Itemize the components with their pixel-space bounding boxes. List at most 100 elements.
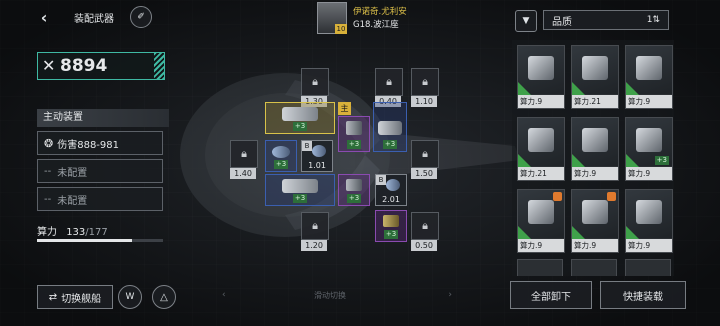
weapon-slot[interactable]: +3 (338, 116, 370, 152)
lock-icon: 🔒︎ (241, 147, 247, 160)
quality-corner (572, 82, 585, 95)
swap-icon: ⇄ (48, 291, 58, 303)
upgrade-badge: +3 (273, 160, 289, 169)
dash-icon: -- (44, 193, 52, 205)
lock-icon (553, 192, 562, 201)
inventory-card[interactable]: 算力.9 (625, 189, 673, 253)
quality-corner (572, 226, 585, 239)
filter-icon: ▼ (522, 16, 530, 26)
quality-corner (626, 82, 639, 95)
weapon-slot[interactable]: +3 (375, 210, 407, 242)
compute-used: 133 (66, 227, 86, 238)
card-label: 算力.9 (626, 95, 672, 108)
inventory-card[interactable]: 算力.9 (571, 189, 619, 253)
inventory-card[interactable]: 算力.21 (571, 45, 619, 109)
weapon-slot[interactable]: B 2.01 (375, 174, 407, 206)
back-button[interactable]: ‹ (36, 8, 52, 27)
card-label: 算力.9 (572, 239, 618, 252)
quality-corner (518, 154, 531, 167)
empty-slot-label: 未配置 (57, 195, 88, 207)
ship-name: G18.波江座 (353, 20, 399, 30)
quality-corner (518, 82, 531, 95)
card-label: 算力.9 (626, 167, 672, 180)
empty-device-slot-2[interactable]: -- 未配置 (37, 187, 163, 211)
lock-icon: 🔒︎ (386, 75, 392, 88)
compute-total: /177 (85, 227, 108, 238)
inventory-card[interactable]: 算力.21 (517, 117, 565, 181)
turret-icon (528, 128, 554, 152)
inventory-card[interactable]: 算力.9 (625, 45, 673, 109)
upgrade-badge: +3 (346, 194, 362, 203)
sort-order-icon: 1⇅ (646, 15, 660, 25)
lock-icon (607, 192, 616, 201)
empty-slot-label: 未配置 (57, 167, 88, 179)
wing-icon: W (125, 292, 135, 302)
upgrade-badge: +3 (382, 140, 398, 149)
power-stripes (154, 53, 164, 79)
upgrade-badge: +3 (292, 194, 308, 203)
inventory-card[interactable]: 算力.9 (517, 45, 565, 109)
card-label: 算力.9 (518, 239, 564, 252)
rocket-icon: ✐ (137, 12, 145, 22)
inventory-card-partial[interactable] (571, 259, 617, 276)
main-slot-tag: 主 (338, 102, 351, 115)
commander-name: 伊诺奇.尤利安 (353, 7, 407, 17)
locked-slot[interactable]: 🔒︎ 1.10 (411, 68, 439, 107)
turret-icon (312, 145, 326, 157)
weapon-slot-main[interactable]: +3 (265, 102, 335, 134)
empty-device-slot-1[interactable]: -- 未配置 (37, 159, 163, 183)
inventory-card[interactable]: 算力.9 (517, 189, 565, 253)
filter-button[interactable]: ▼ (515, 10, 537, 32)
active-section-title: 主动装置 (37, 109, 169, 127)
inventory-card-partial[interactable] (625, 259, 671, 276)
turret-icon (383, 215, 399, 227)
locked-slot[interactable]: 🔒︎ 1.20 (301, 212, 329, 251)
slot-value: 1.01 (308, 161, 326, 170)
card-label: 算力.9 (626, 239, 672, 252)
lock-icon: 🔒︎ (422, 147, 428, 160)
weapon-slot[interactable]: +3 (338, 174, 370, 206)
locked-slot[interactable]: 🔒︎ 0.50 (411, 212, 439, 251)
locked-slot[interactable]: 🔒︎ 1.50 (411, 140, 439, 179)
unequip-all-label: 全部卸下 (531, 291, 571, 303)
chevron-right-icon: › (448, 290, 452, 300)
turret-icon (346, 121, 362, 135)
emblem-button[interactable]: W (118, 285, 142, 309)
compute-bar-fill (37, 239, 132, 242)
locked-slot[interactable]: 🔒︎ 1.40 (230, 140, 258, 179)
active-device-slot[interactable]: ❂ 伤害888-981 (37, 131, 163, 155)
turret-icon (636, 200, 662, 224)
weapon-slot[interactable]: +3 (373, 102, 407, 152)
turret-icon (282, 107, 318, 121)
turret-icon (582, 56, 608, 80)
card-label: 算力.21 (572, 95, 618, 108)
compute-readout: 算力 133/177 (37, 223, 108, 238)
inventory-card[interactable]: +3 算力.9 (625, 117, 673, 181)
inventory-card-partial[interactable] (517, 259, 563, 276)
weapon-slot[interactable]: B 1.01 (301, 140, 333, 172)
upgrade-badge: +3 (346, 140, 362, 149)
sort-dropdown[interactable]: 品质 1⇅ (543, 10, 669, 30)
fleet-button[interactable]: △ (152, 285, 176, 309)
active-device-label: 伤害888-981 (57, 139, 120, 151)
turret-icon (582, 200, 608, 224)
combat-power-box: ✕ 8894 (37, 52, 165, 80)
upgrade-badge: +3 (383, 230, 399, 239)
compute-label: 算力 (37, 227, 57, 238)
unequip-all-button[interactable]: 全部卸下 (510, 281, 592, 309)
card-label: 算力.9 (572, 167, 618, 180)
inventory-card[interactable]: 算力.9 (571, 117, 619, 181)
turret-icon (582, 128, 608, 152)
lock-icon: 🔒︎ (312, 219, 318, 232)
weapon-slot[interactable]: +3 (265, 140, 297, 172)
switch-ship-button[interactable]: ⇄ 切换舰船 (37, 285, 113, 309)
weapon-slot[interactable]: +3 (265, 174, 335, 206)
page-title: 装配武器 (74, 14, 114, 25)
skin-button[interactable]: ✐ (130, 6, 152, 28)
lock-value: 1.10 (411, 96, 437, 107)
lock-icon: 🔒︎ (312, 75, 318, 88)
turret-icon (378, 121, 402, 135)
swipe-hint-bar[interactable]: ‹ 滑动切换 › (222, 290, 452, 302)
quick-equip-button[interactable]: 快捷装载 (600, 281, 686, 309)
card-label: 算力.21 (518, 167, 564, 180)
